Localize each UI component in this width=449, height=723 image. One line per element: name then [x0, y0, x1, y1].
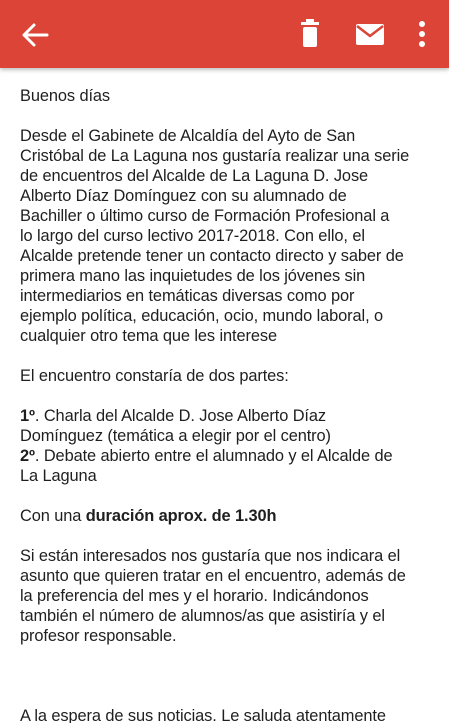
intro-line: ejemplo política, educación, ocio, mundo…	[20, 307, 384, 325]
mail-icon[interactable]	[353, 20, 387, 50]
app-bar	[0, 0, 449, 68]
part-2-line-2: La Laguna	[20, 467, 97, 485]
back-arrow-icon[interactable]	[20, 20, 50, 50]
interest-line: profesor responsable.	[20, 627, 177, 645]
intro-line: Bachiller o último curso de Formación Pr…	[20, 207, 390, 225]
intro-line: primera mano las inquietudes de los jóve…	[20, 267, 366, 285]
part-2-text: . Debate abierto entre el alumnado y el …	[34, 447, 393, 465]
interest-line: asunto que quieren tratar en el encuentr…	[20, 567, 406, 585]
intro-line: lo largo del curso lectivo 2017-2018. Co…	[20, 227, 365, 245]
closing-line: A la espera de sus noticias. Le saluda a…	[20, 707, 386, 723]
part-1-text: . Charla del Alcalde D. Jose Alberto Día…	[34, 407, 326, 425]
duration-line: Con una duración aprox. de 1.30h	[20, 506, 440, 526]
part-1-line-2: Domínguez (temática a elegir por el cent…	[20, 427, 331, 445]
interest-line: Si están interesados nos gustaría que no…	[20, 547, 401, 565]
intro-line: Alberto Díaz Domínguez con su alumnado d…	[20, 187, 347, 205]
part-1-line: 1º. Charla del Alcalde D. Jose Alberto D…	[20, 406, 440, 426]
part-1-marker: 1º	[20, 407, 35, 425]
intro-line: de encuentros del Alcalde de La Laguna D…	[20, 167, 369, 185]
duration-value: duración aprox. de 1.30h	[85, 507, 277, 525]
more-vert-icon[interactable]	[412, 18, 432, 50]
interest-line: también el número de alumnos/as que asis…	[20, 607, 385, 625]
greeting: Buenos días	[20, 87, 111, 105]
part-2-marker: 2º	[20, 447, 35, 465]
delete-icon[interactable]	[295, 18, 325, 50]
intro-line: intermediarios en temáticas diversas com…	[20, 287, 355, 305]
intro-line: Cristóbal de La Laguna nos gustaría real…	[20, 147, 410, 165]
parts-intro: El encuentro constaría de dos partes:	[20, 367, 289, 385]
email-body: Buenos días Desde el Gabinete de Alcaldí…	[20, 86, 440, 723]
intro-line: Alcalde pretende tener un contacto direc…	[20, 247, 404, 265]
intro-line: Desde el Gabinete de Alcaldía del Ayto d…	[20, 127, 356, 145]
duration-prefix: Con una	[20, 507, 86, 525]
interest-line: la preferencia del mes y el horario. Ind…	[20, 587, 369, 605]
part-2-line: 2º. Debate abierto entre el alumnado y e…	[20, 446, 440, 466]
intro-line: cualquier otro tema que les interese	[20, 327, 277, 345]
